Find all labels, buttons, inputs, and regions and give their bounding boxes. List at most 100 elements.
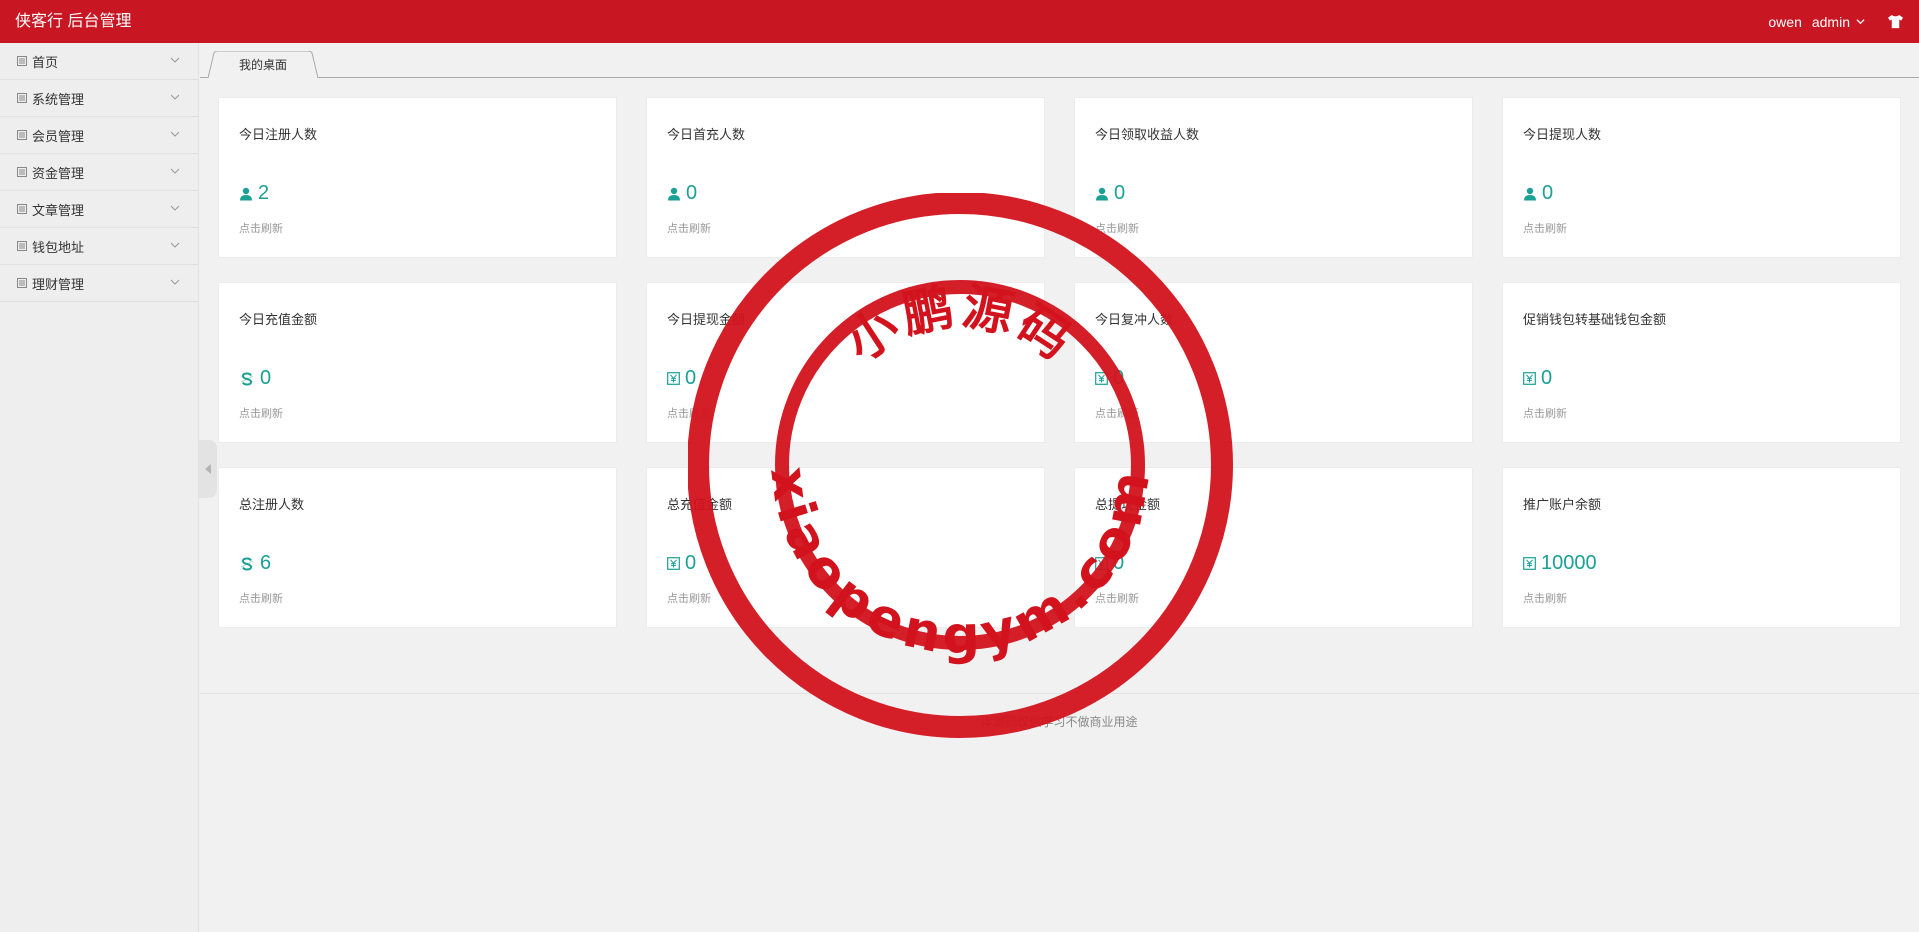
user-icon <box>1095 187 1114 201</box>
refresh-link[interactable]: 点击刷新 <box>1523 220 1567 236</box>
sidebar-item-articles[interactable]: 文章管理 <box>0 191 198 228</box>
stat-card: 总提现金额 0 点击刷新 <box>1074 467 1473 628</box>
stat-card-number: 0 <box>685 552 697 574</box>
stat-card: 今日首充人数 0 点击刷新 <box>646 97 1045 258</box>
sidebar-item-wallet[interactable]: 钱包地址 <box>0 228 198 265</box>
stat-card: 今日领取收益人数 0 点击刷新 <box>1074 97 1473 258</box>
chevron-down-icon <box>170 94 180 100</box>
refresh-link[interactable]: 点击刷新 <box>1523 590 1567 606</box>
stat-card-title: 今日首充人数 <box>667 127 746 142</box>
sidebar-item-label: 会员管理 <box>32 128 85 144</box>
tab-my-desktop[interactable]: 我的桌面 <box>208 51 318 79</box>
stat-card: 今日复冲人数 0 点击刷新 <box>1074 282 1473 443</box>
sidebar-item-label: 系统管理 <box>32 91 85 107</box>
stat-card-number: 6 <box>260 552 272 574</box>
app-title: 侠客行 后台管理 <box>15 13 132 30</box>
stat-card-title: 今日提现金额 <box>667 312 746 327</box>
stat-card-title: 今日领取收益人数 <box>1095 127 1200 142</box>
refresh-link[interactable]: 点击刷新 <box>239 220 283 236</box>
refresh-link[interactable]: 点击刷新 <box>1095 405 1139 421</box>
sidebar-nav: 首页 系统管理 会员管理 资金管理 文章管理 钱包地址 理财管理 <box>0 43 199 932</box>
yen-icon <box>1523 372 1541 385</box>
stat-card-number: 2 <box>258 182 270 204</box>
chevron-down-icon <box>170 57 180 63</box>
refresh-link[interactable]: 点击刷新 <box>1523 405 1567 421</box>
refresh-link[interactable]: 点击刷新 <box>667 220 711 236</box>
stat-card-number: 10000 <box>1541 552 1597 574</box>
document-icon <box>17 278 27 288</box>
user-area: owen admin <box>1768 0 1904 43</box>
stat-card-title: 总充值金额 <box>667 497 733 512</box>
stat-card-number: 0 <box>685 367 697 389</box>
tab-bar: 我的桌面 <box>200 43 1919 79</box>
top-header: 侠客行 后台管理 owen admin <box>0 0 1919 43</box>
document-icon <box>17 204 27 214</box>
sidebar-collapse-button[interactable] <box>199 440 217 498</box>
stat-card: 今日注册人数 2 点击刷新 <box>218 97 617 258</box>
user-icon <box>1523 187 1542 201</box>
stat-card-value: 0 <box>667 552 696 575</box>
user-menu-toggle[interactable]: admin <box>1812 14 1865 30</box>
document-icon <box>17 130 27 140</box>
stat-card-value: 0 <box>239 367 271 390</box>
refresh-link[interactable]: 点击刷新 <box>239 405 283 421</box>
stat-card: 总注册人数 6 点击刷新 <box>218 467 617 628</box>
stat-card: 推广账户余额 10000 点击刷新 <box>1502 467 1901 628</box>
sidebar-item-label: 理财管理 <box>32 276 85 292</box>
stat-card-number: 0 <box>1113 367 1125 389</box>
stat-card-title: 促销钱包转基础钱包金额 <box>1523 312 1667 327</box>
sidebar-item-finance[interactable]: 理财管理 <box>0 265 198 302</box>
watermark-stamp: 小鹏源码 xiaopengym.com <box>688 193 1233 738</box>
stat-card: 今日提现人数 0 点击刷新 <box>1502 97 1901 258</box>
stat-card-value: 0 <box>1523 182 1553 205</box>
chevron-down-icon <box>170 242 180 248</box>
yen-icon <box>667 372 685 385</box>
refresh-link[interactable]: 点击刷新 <box>239 590 283 606</box>
chevron-down-icon <box>170 131 180 137</box>
stat-card-value: 0 <box>1523 367 1552 390</box>
dollar-icon <box>239 556 260 571</box>
stat-card: 今日充值金额 0 点击刷新 <box>218 282 617 443</box>
yen-icon <box>1095 372 1113 385</box>
stat-card-title: 推广账户余额 <box>1523 497 1602 512</box>
user-icon <box>239 187 258 201</box>
user-role: admin <box>1811 13 1850 30</box>
sidebar-item-label: 首页 <box>32 54 59 70</box>
footer-text: 本源码仅供学习不做商业用途 <box>981 715 1138 729</box>
sidebar-item-funds[interactable]: 资金管理 <box>0 154 198 191</box>
stat-card-title: 今日复冲人数 <box>1095 312 1174 327</box>
document-icon <box>17 167 27 177</box>
chevron-down-icon <box>170 205 180 211</box>
stat-card-number: 0 <box>686 182 698 204</box>
footer-divider <box>200 693 1919 694</box>
stat-card-title: 今日注册人数 <box>239 127 318 142</box>
stat-card-value: 0 <box>1095 552 1124 575</box>
sidebar-item-label: 钱包地址 <box>32 239 85 255</box>
stat-card-title: 总提现金额 <box>1095 497 1161 512</box>
refresh-link[interactable]: 点击刷新 <box>667 590 711 606</box>
user-icon <box>667 187 686 201</box>
stat-card-value: 0 <box>1095 182 1125 205</box>
stat-card-title: 总注册人数 <box>239 497 305 512</box>
chevron-down-icon <box>170 168 180 174</box>
stat-card-number: 0 <box>1541 367 1553 389</box>
stat-card-value: 0 <box>667 182 697 205</box>
sidebar-item-home[interactable]: 首页 <box>0 43 198 80</box>
stat-card-number: 0 <box>1542 182 1554 204</box>
yen-icon <box>1095 557 1113 570</box>
sidebar-item-members[interactable]: 会员管理 <box>0 117 198 154</box>
refresh-link[interactable]: 点击刷新 <box>1095 220 1139 236</box>
sidebar-item-system[interactable]: 系统管理 <box>0 80 198 117</box>
user-name: owen <box>1768 13 1802 30</box>
document-icon <box>17 241 27 251</box>
stat-card-value: 10000 <box>1523 552 1597 575</box>
stat-card-value: 2 <box>239 182 269 205</box>
stat-card: 促销钱包转基础钱包金额 0 点击刷新 <box>1502 282 1901 443</box>
stat-card: 总充值金额 0 点击刷新 <box>646 467 1045 628</box>
sidebar-item-label: 文章管理 <box>32 202 85 218</box>
refresh-link[interactable]: 点击刷新 <box>667 405 711 421</box>
chevron-down-icon <box>1856 19 1865 25</box>
theme-shirt-icon[interactable] <box>1887 14 1904 29</box>
refresh-link[interactable]: 点击刷新 <box>1095 590 1139 606</box>
caret-left-icon <box>205 464 211 474</box>
